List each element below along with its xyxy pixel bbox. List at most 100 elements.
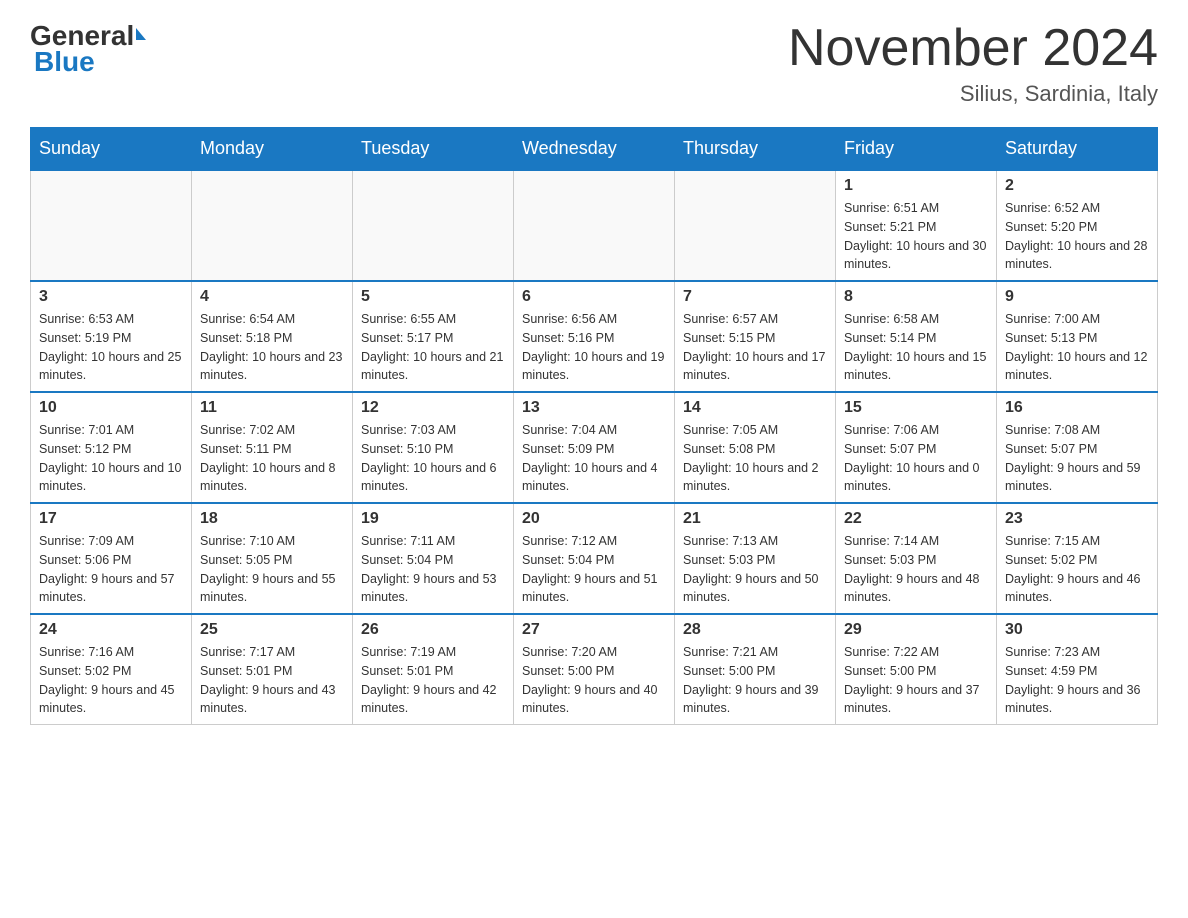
calendar-cell: 27 Sunrise: 7:20 AM Sunset: 5:00 PM Dayli…	[514, 614, 675, 725]
sun-info: Sunrise: 6:54 AM Sunset: 5:18 PM Dayligh…	[200, 310, 344, 385]
day-header-friday: Friday	[836, 128, 997, 171]
sun-info: Sunrise: 6:56 AM Sunset: 5:16 PM Dayligh…	[522, 310, 666, 385]
day-header-saturday: Saturday	[997, 128, 1158, 171]
calendar-cell: 13 Sunrise: 7:04 AM Sunset: 5:09 PM Dayli…	[514, 392, 675, 503]
sun-info: Sunrise: 6:53 AM Sunset: 5:19 PM Dayligh…	[39, 310, 183, 385]
day-header-thursday: Thursday	[675, 128, 836, 171]
day-number: 19	[361, 510, 505, 528]
day-number: 15	[844, 399, 988, 417]
location-title: Silius, Sardinia, Italy	[788, 81, 1158, 107]
calendar-week-row: 24 Sunrise: 7:16 AM Sunset: 5:02 PM Dayli…	[31, 614, 1158, 725]
sun-info: Sunrise: 7:23 AM Sunset: 4:59 PM Dayligh…	[1005, 643, 1149, 718]
sun-info: Sunrise: 7:11 AM Sunset: 5:04 PM Dayligh…	[361, 532, 505, 607]
sun-info: Sunrise: 7:10 AM Sunset: 5:05 PM Dayligh…	[200, 532, 344, 607]
sun-info: Sunrise: 7:09 AM Sunset: 5:06 PM Dayligh…	[39, 532, 183, 607]
day-number: 26	[361, 621, 505, 639]
calendar-cell: 2 Sunrise: 6:52 AM Sunset: 5:20 PM Daylig…	[997, 170, 1158, 281]
sun-info: Sunrise: 7:17 AM Sunset: 5:01 PM Dayligh…	[200, 643, 344, 718]
day-number: 5	[361, 288, 505, 306]
day-number: 1	[844, 177, 988, 195]
day-number: 14	[683, 399, 827, 417]
sun-info: Sunrise: 7:21 AM Sunset: 5:00 PM Dayligh…	[683, 643, 827, 718]
sun-info: Sunrise: 7:16 AM Sunset: 5:02 PM Dayligh…	[39, 643, 183, 718]
sun-info: Sunrise: 7:01 AM Sunset: 5:12 PM Dayligh…	[39, 421, 183, 496]
calendar-cell: 3 Sunrise: 6:53 AM Sunset: 5:19 PM Daylig…	[31, 281, 192, 392]
calendar-cell: 28 Sunrise: 7:21 AM Sunset: 5:00 PM Dayli…	[675, 614, 836, 725]
day-number: 20	[522, 510, 666, 528]
day-number: 27	[522, 621, 666, 639]
calendar-cell: 9 Sunrise: 7:00 AM Sunset: 5:13 PM Daylig…	[997, 281, 1158, 392]
sun-info: Sunrise: 6:52 AM Sunset: 5:20 PM Dayligh…	[1005, 199, 1149, 274]
sun-info: Sunrise: 7:00 AM Sunset: 5:13 PM Dayligh…	[1005, 310, 1149, 385]
calendar-cell: 25 Sunrise: 7:17 AM Sunset: 5:01 PM Dayli…	[192, 614, 353, 725]
calendar-cell: 29Sunrise: 7:22 AM Sunset: 5:00 PM Dayli…	[836, 614, 997, 725]
sun-info: Sunrise: 7:12 AM Sunset: 5:04 PM Dayligh…	[522, 532, 666, 607]
logo: General Blue	[30, 20, 146, 78]
calendar-cell: 5 Sunrise: 6:55 AM Sunset: 5:17 PM Daylig…	[353, 281, 514, 392]
calendar-cell: 14 Sunrise: 7:05 AM Sunset: 5:08 PM Dayli…	[675, 392, 836, 503]
sun-info: Sunrise: 7:19 AM Sunset: 5:01 PM Dayligh…	[361, 643, 505, 718]
calendar-week-row: 10Sunrise: 7:01 AM Sunset: 5:12 PM Dayli…	[31, 392, 1158, 503]
logo-triangle-icon	[136, 28, 146, 40]
calendar-cell: 1 Sunrise: 6:51 AM Sunset: 5:21 PM Daylig…	[836, 170, 997, 281]
calendar-cell: 21 Sunrise: 7:13 AM Sunset: 5:03 PM Dayli…	[675, 503, 836, 614]
calendar-cell: 15 Sunrise: 7:06 AM Sunset: 5:07 PM Dayli…	[836, 392, 997, 503]
calendar-cell: 23Sunrise: 7:15 AM Sunset: 5:02 PM Dayli…	[997, 503, 1158, 614]
sun-info: Sunrise: 7:06 AM Sunset: 5:07 PM Dayligh…	[844, 421, 988, 496]
day-number: 23	[1005, 510, 1149, 528]
calendar-cell: 26 Sunrise: 7:19 AM Sunset: 5:01 PM Dayli…	[353, 614, 514, 725]
day-number: 11	[200, 399, 344, 417]
day-number: 4	[200, 288, 344, 306]
day-number: 30	[1005, 621, 1149, 639]
day-number: 18	[200, 510, 344, 528]
day-number: 9	[1005, 288, 1149, 306]
calendar-week-row: 1 Sunrise: 6:51 AM Sunset: 5:21 PM Daylig…	[31, 170, 1158, 281]
sun-info: Sunrise: 6:57 AM Sunset: 5:15 PM Dayligh…	[683, 310, 827, 385]
calendar-cell: 30 Sunrise: 7:23 AM Sunset: 4:59 PM Dayli…	[997, 614, 1158, 725]
day-number: 22	[844, 510, 988, 528]
sun-info: Sunrise: 7:13 AM Sunset: 5:03 PM Dayligh…	[683, 532, 827, 607]
day-number: 16	[1005, 399, 1149, 417]
day-header-sunday: Sunday	[31, 128, 192, 171]
sun-info: Sunrise: 7:04 AM Sunset: 5:09 PM Dayligh…	[522, 421, 666, 496]
calendar-cell: 20 Sunrise: 7:12 AM Sunset: 5:04 PM Dayli…	[514, 503, 675, 614]
sun-info: Sunrise: 6:51 AM Sunset: 5:21 PM Dayligh…	[844, 199, 988, 274]
calendar-cell: 17 Sunrise: 7:09 AM Sunset: 5:06 PM Dayli…	[31, 503, 192, 614]
calendar-cell: 4 Sunrise: 6:54 AM Sunset: 5:18 PM Daylig…	[192, 281, 353, 392]
day-number: 2	[1005, 177, 1149, 195]
calendar-cell	[514, 170, 675, 281]
day-number: 6	[522, 288, 666, 306]
calendar-cell	[353, 170, 514, 281]
day-header-monday: Monday	[192, 128, 353, 171]
sun-info: Sunrise: 6:55 AM Sunset: 5:17 PM Dayligh…	[361, 310, 505, 385]
day-number: 21	[683, 510, 827, 528]
calendar-cell: 8Sunrise: 6:58 AM Sunset: 5:14 PM Daylig…	[836, 281, 997, 392]
day-number: 24	[39, 621, 183, 639]
calendar-cell: 11 Sunrise: 7:02 AM Sunset: 5:11 PM Dayli…	[192, 392, 353, 503]
day-number: 25	[200, 621, 344, 639]
day-number: 3	[39, 288, 183, 306]
day-number: 12	[361, 399, 505, 417]
day-header-wednesday: Wednesday	[514, 128, 675, 171]
day-number: 8	[844, 288, 988, 306]
logo-blue-text: Blue	[30, 46, 95, 78]
day-number: 29	[844, 621, 988, 639]
sun-info: Sunrise: 7:02 AM Sunset: 5:11 PM Dayligh…	[200, 421, 344, 496]
day-header-tuesday: Tuesday	[353, 128, 514, 171]
calendar-cell: 6 Sunrise: 6:56 AM Sunset: 5:16 PM Daylig…	[514, 281, 675, 392]
calendar-cell: 12Sunrise: 7:03 AM Sunset: 5:10 PM Dayli…	[353, 392, 514, 503]
day-number: 28	[683, 621, 827, 639]
day-number: 13	[522, 399, 666, 417]
calendar-cell	[675, 170, 836, 281]
calendar-cell: 10Sunrise: 7:01 AM Sunset: 5:12 PM Dayli…	[31, 392, 192, 503]
day-number: 17	[39, 510, 183, 528]
sun-info: Sunrise: 7:20 AM Sunset: 5:00 PM Dayligh…	[522, 643, 666, 718]
sun-info: Sunrise: 7:14 AM Sunset: 5:03 PM Dayligh…	[844, 532, 988, 607]
calendar-cell: 24 Sunrise: 7:16 AM Sunset: 5:02 PM Dayli…	[31, 614, 192, 725]
calendar-cell: 16Sunrise: 7:08 AM Sunset: 5:07 PM Dayli…	[997, 392, 1158, 503]
calendar-cell: 7Sunrise: 6:57 AM Sunset: 5:15 PM Daylig…	[675, 281, 836, 392]
calendar-header-row: SundayMondayTuesdayWednesdayThursdayFrid…	[31, 128, 1158, 171]
month-title: November 2024	[788, 20, 1158, 77]
title-area: November 2024 Silius, Sardinia, Italy	[788, 20, 1158, 107]
sun-info: Sunrise: 7:05 AM Sunset: 5:08 PM Dayligh…	[683, 421, 827, 496]
